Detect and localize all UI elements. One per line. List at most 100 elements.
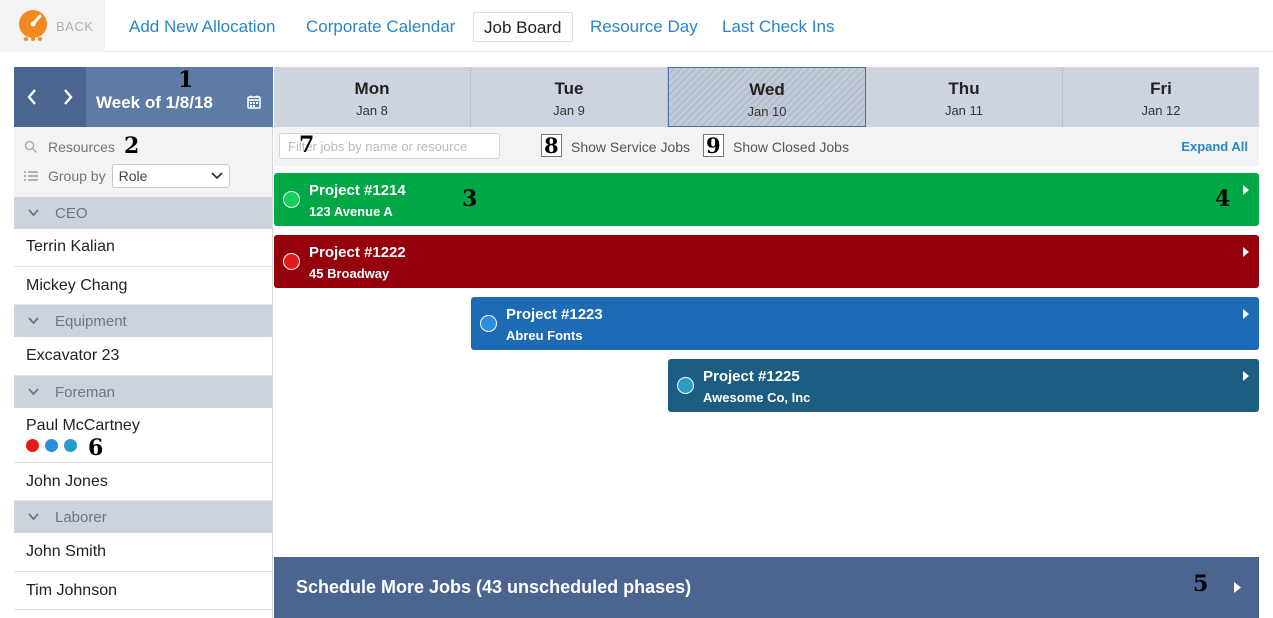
group-header-ceo[interactable]: CEO <box>14 197 272 229</box>
callout-number: 1 <box>178 67 194 93</box>
job-bar[interactable]: Project #1214 123 Avenue A <box>274 173 1259 226</box>
caret-right-icon[interactable] <box>1243 247 1249 257</box>
resource-row[interactable]: John Jones <box>14 463 272 501</box>
resource-row[interactable]: Tim Johnson <box>14 572 272 610</box>
resource-row[interactable]: Paul McCartney <box>14 408 272 463</box>
nav-job-board[interactable]: Job Board <box>473 12 573 42</box>
nav-resource-day[interactable]: Resource Day <box>580 12 708 42</box>
resource-name: John Smith <box>26 543 107 560</box>
caret-right-icon[interactable] <box>1243 309 1249 319</box>
back-button[interactable]: BACK <box>0 0 105 52</box>
caret-right-icon[interactable] <box>1243 185 1249 195</box>
day-column-tue[interactable]: Tue Jan 9 <box>471 67 668 127</box>
resource-row[interactable]: John Smith <box>14 533 272 572</box>
group-header-laborer[interactable]: Laborer <box>14 501 272 533</box>
day-headers: Mon Jan 8 Tue Jan 9 Wed Jan 10 Thu Jan 1… <box>274 67 1259 127</box>
chevron-right-icon <box>64 89 73 105</box>
back-label: BACK <box>56 18 94 34</box>
job-status-dot <box>283 191 300 208</box>
chevron-down-icon <box>28 513 39 521</box>
group-by-select[interactable]: Role <box>111 164 230 188</box>
job-address: Awesome Co, Inc <box>703 390 811 405</box>
day-date: Jan 8 <box>356 103 388 118</box>
day-column-mon[interactable]: Mon Jan 8 <box>274 67 471 127</box>
resource-row[interactable]: Mickey Chang <box>14 267 272 305</box>
job-status-dot <box>677 377 694 394</box>
job-address: Abreu Fonts <box>506 328 583 343</box>
job-address: 45 Broadway <box>309 266 390 281</box>
callout-number: 3 <box>462 186 478 212</box>
group-by-value: Role <box>118 168 148 184</box>
expand-all-button[interactable]: Expand All <box>1181 139 1248 154</box>
resource-row[interactable]: Terrin Kalian <box>14 229 272 267</box>
job-dot <box>45 439 58 452</box>
schedule-more-jobs-bar[interactable]: Schedule More Jobs (43 unscheduled phase… <box>274 557 1259 618</box>
job-bar[interactable]: Project #1223 Abreu Fonts <box>471 297 1259 350</box>
callout-number: 4 <box>1215 186 1231 212</box>
day-date: Jan 11 <box>944 103 984 118</box>
resource-name: Terrin Kalian <box>26 238 115 255</box>
resource-name: Paul McCartney <box>26 417 140 434</box>
chevron-down-icon <box>28 209 39 217</box>
job-bar[interactable]: Project #1222 45 Broadway <box>274 235 1259 288</box>
group-by-label: Group by <box>48 168 106 184</box>
resource-list: CEO Terrin Kalian Mickey Chang Equipment… <box>14 197 273 618</box>
job-title: Project #1225 <box>703 368 800 385</box>
chevron-down-icon <box>28 317 39 325</box>
group-header-equipment[interactable]: Equipment <box>14 305 272 337</box>
day-name: Tue <box>554 79 584 98</box>
assigned-job-dots <box>26 439 272 452</box>
day-name: Mon <box>354 79 390 98</box>
next-week-button[interactable] <box>50 67 86 127</box>
show-closed-jobs-toggle[interactable]: Show Closed Jobs <box>733 139 849 155</box>
day-name: Thu <box>948 79 980 98</box>
schedule-more-label: Schedule More Jobs (43 unscheduled phase… <box>296 577 692 597</box>
day-date: Jan 10 <box>747 104 787 119</box>
day-column-wed[interactable]: Wed Jan 10 <box>668 67 866 127</box>
resource-name: Mickey Chang <box>26 277 128 294</box>
week-label: Week of 1/8/18 <box>96 93 213 112</box>
job-title: Project #1214 <box>309 182 406 199</box>
job-dot <box>64 439 77 452</box>
chevron-down-icon <box>28 388 39 396</box>
resources-search[interactable]: Resources <box>24 139 115 155</box>
resource-name: Tim Johnson <box>26 582 117 599</box>
day-name: Fri <box>1150 79 1172 98</box>
nav-add-new-allocation[interactable]: Add New Allocation <box>119 12 285 42</box>
callout-number: 2 <box>124 133 140 159</box>
resources-label: Resources <box>48 139 115 155</box>
day-column-fri[interactable]: Fri Jan 12 <box>1063 67 1259 127</box>
calendar-icon[interactable] <box>247 95 261 109</box>
day-date: Jan 12 <box>1141 103 1181 118</box>
resource-name: Excavator 23 <box>26 347 120 364</box>
day-date: Jan 9 <box>553 103 585 118</box>
chevron-left-icon <box>27 89 36 105</box>
prev-week-button[interactable] <box>14 67 50 127</box>
job-address: 123 Avenue A <box>309 204 393 219</box>
caret-right-icon[interactable] <box>1243 371 1249 381</box>
nav-last-check-ins[interactable]: Last Check Ins <box>712 12 844 42</box>
top-nav: BACK Add New Allocation Corporate Calend… <box>0 0 1273 52</box>
callout-number: 6 <box>88 435 104 461</box>
job-bar[interactable]: Project #1225 Awesome Co, Inc <box>668 359 1259 412</box>
app-logo-icon <box>19 10 47 41</box>
nav-corporate-calendar[interactable]: Corporate Calendar <box>296 12 465 42</box>
group-label: Foreman <box>55 383 116 401</box>
callout-number: 7 <box>299 132 315 158</box>
resource-name: John Jones <box>26 473 108 490</box>
show-service-jobs-toggle[interactable]: Show Service Jobs <box>571 139 690 155</box>
callout-number: 8 <box>541 134 562 157</box>
search-icon <box>24 140 38 154</box>
resource-row[interactable]: Excavator 23 <box>14 337 272 376</box>
callout-number: 9 <box>703 134 724 157</box>
group-by-row: Group by Role <box>24 164 230 188</box>
callout-number: 5 <box>1193 571 1209 597</box>
job-title: Project #1223 <box>506 306 603 323</box>
group-label: CEO <box>55 204 88 222</box>
group-header-foreman[interactable]: Foreman <box>14 376 272 408</box>
day-column-thu[interactable]: Thu Jan 11 <box>866 67 1063 127</box>
list-icon <box>24 171 38 181</box>
group-label: Laborer <box>55 508 107 526</box>
chevron-down-icon <box>210 172 223 180</box>
week-arrows <box>14 67 86 127</box>
